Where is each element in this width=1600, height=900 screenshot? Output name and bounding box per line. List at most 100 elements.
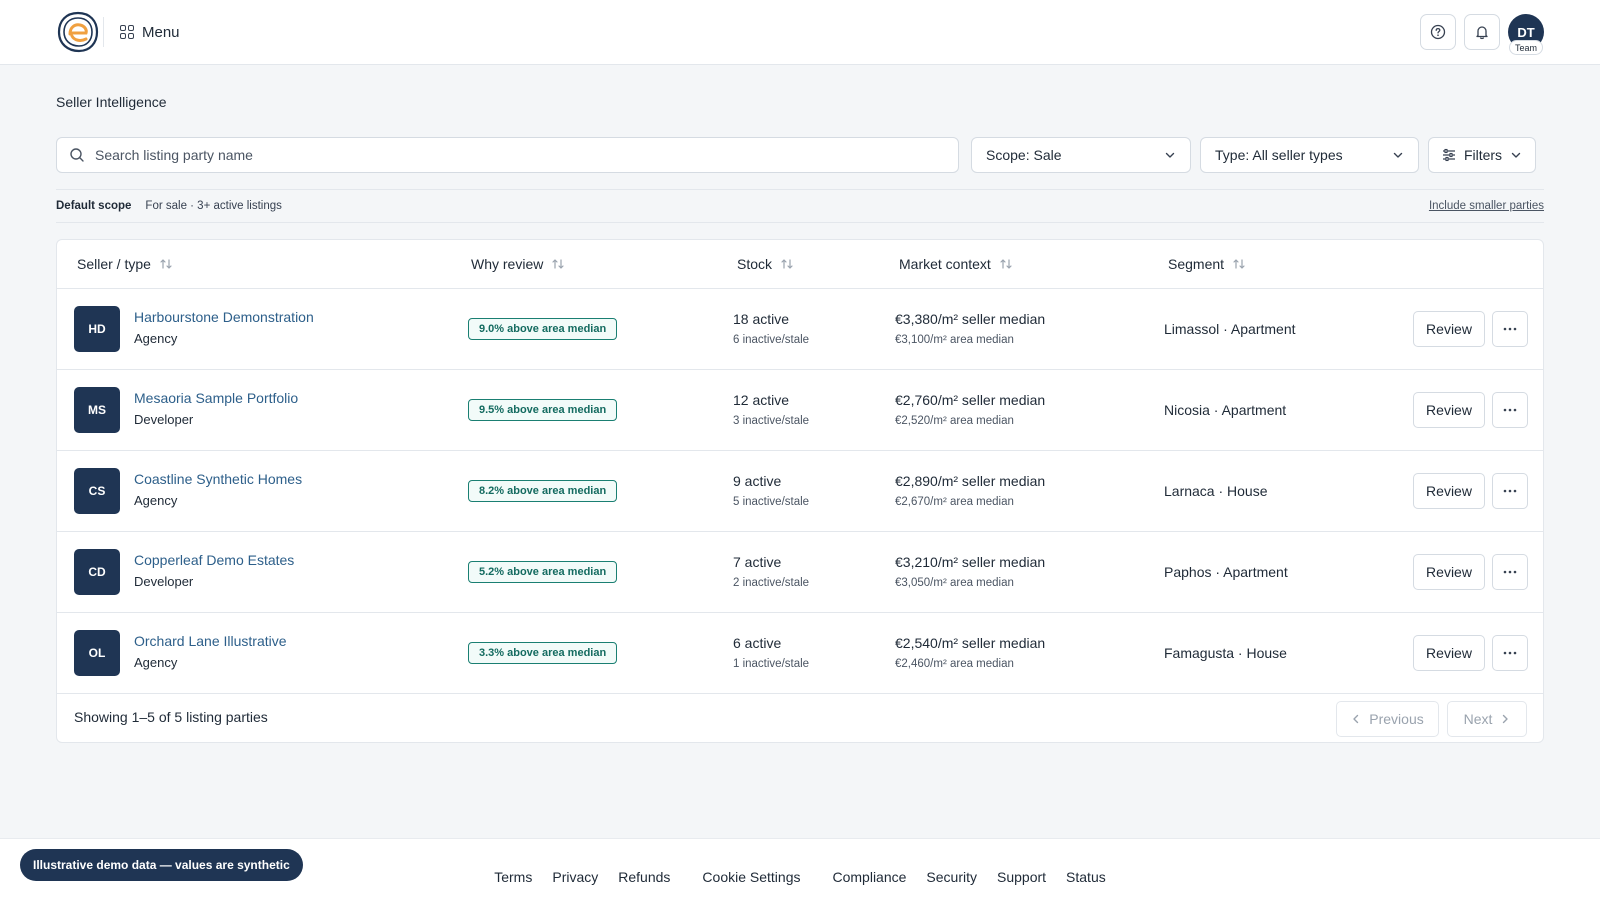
more-actions-button[interactable]: [1492, 311, 1528, 347]
menu-button[interactable]: Menu: [120, 18, 180, 46]
seller-name-link[interactable]: Copperleaf Demo Estates: [134, 552, 294, 568]
seller-avatar: HD: [74, 306, 120, 352]
area-median: €2,520/m² area median: [895, 415, 1014, 427]
next-page-button[interactable]: Next: [1447, 701, 1527, 737]
active-count: 6 active: [733, 635, 782, 651]
previous-page-button[interactable]: Previous: [1336, 701, 1439, 737]
why-review-badge: 8.2% above area median: [468, 480, 618, 502]
top-bar: Menu DT Team: [0, 0, 1600, 65]
footer-link-compliance[interactable]: Compliance: [832, 869, 906, 885]
chevron-down-icon: [1393, 152, 1403, 158]
page-title: Seller Intelligence: [56, 94, 167, 110]
column-seller-type[interactable]: Seller / type: [77, 256, 173, 272]
demo-data-badge: Illustrative demo data — values are synt…: [20, 849, 303, 881]
footer-link-terms[interactable]: Terms: [494, 869, 532, 885]
sort-arrows-icon: [1233, 259, 1245, 269]
more-horizontal-icon: [1503, 327, 1517, 331]
more-actions-button[interactable]: [1492, 473, 1528, 509]
footer-link-security[interactable]: Security: [926, 869, 977, 885]
seller-median: €3,210/m² seller median: [895, 554, 1046, 570]
scope-bar: Default scope For sale · 3+ active listi…: [56, 189, 1544, 223]
scope-select[interactable]: Scope: Sale: [971, 137, 1191, 173]
scope-select-label: Scope: Sale: [986, 147, 1062, 163]
segment: Nicosia · Apartment: [1164, 402, 1287, 418]
more-actions-button[interactable]: [1492, 554, 1528, 590]
search-box[interactable]: [56, 137, 959, 173]
table-row: CD Copperleaf Demo Estates Developer 5.2…: [57, 532, 1543, 613]
seller-median: €3,380/m² seller median: [895, 311, 1046, 327]
chevron-left-icon: [1353, 714, 1359, 724]
footer-link-status[interactable]: Status: [1066, 869, 1106, 885]
more-horizontal-icon: [1503, 408, 1517, 412]
more-actions-button[interactable]: [1492, 392, 1528, 428]
active-count: 12 active: [733, 392, 790, 408]
more-horizontal-icon: [1503, 651, 1517, 655]
seller-type: Agency: [134, 493, 178, 508]
seller-name-link[interactable]: Coastline Synthetic Homes: [134, 471, 302, 487]
filters-label: Filters: [1463, 147, 1503, 163]
review-button[interactable]: Review: [1413, 311, 1485, 347]
sort-arrows-icon: [1000, 259, 1012, 269]
scope-key: Default scope: [56, 200, 132, 212]
column-why-review[interactable]: Why review: [471, 256, 565, 272]
active-count: 9 active: [733, 473, 782, 489]
header-divider: [103, 17, 104, 47]
type-select[interactable]: Type: All seller types: [1200, 137, 1419, 173]
team-badge: Team: [1509, 40, 1543, 55]
sellers-table: Seller / type Why review Stock Market co…: [56, 239, 1544, 743]
column-label: Market context: [899, 256, 991, 272]
seller-type: Agency: [134, 331, 178, 346]
seller-type: Agency: [134, 655, 178, 670]
footer-link-refunds[interactable]: Refunds: [618, 869, 670, 885]
footer-link-privacy[interactable]: Privacy: [552, 869, 598, 885]
table-header: Seller / type Why review Stock Market co…: [57, 240, 1543, 289]
review-button[interactable]: Review: [1413, 554, 1485, 590]
table-row: HD Harbourstone Demonstration Agency 9.0…: [57, 289, 1543, 370]
column-segment[interactable]: Segment: [1168, 256, 1246, 272]
why-review-badge: 9.5% above area median: [468, 399, 618, 421]
scope-value: For sale · 3+ active listings: [145, 200, 282, 212]
include-smaller-parties-link[interactable]: Include smaller parties: [1429, 200, 1544, 212]
column-label: Segment: [1168, 256, 1225, 272]
table-row: CS Coastline Synthetic Homes Agency 8.2%…: [57, 451, 1543, 532]
type-select-label: Type: All seller types: [1215, 147, 1343, 163]
help-button[interactable]: [1420, 14, 1456, 50]
inactive-count: 6 inactive/stale: [733, 334, 810, 346]
review-button[interactable]: Review: [1413, 635, 1485, 671]
segment: Famagusta · House: [1164, 645, 1287, 661]
why-review-badge: 5.2% above area median: [468, 561, 618, 583]
previous-label: Previous: [1369, 711, 1424, 727]
notifications-button[interactable]: [1464, 14, 1500, 50]
table-row: OL Orchard Lane Illustrative Agency 3.3%…: [57, 613, 1543, 694]
seller-name-link[interactable]: Mesaoria Sample Portfolio: [134, 390, 298, 406]
area-median: €2,670/m² area median: [895, 496, 1014, 508]
footer-link-cookie-settings[interactable]: Cookie Settings: [702, 869, 800, 885]
footer-link-support[interactable]: Support: [997, 869, 1046, 885]
inactive-count: 3 inactive/stale: [733, 415, 810, 427]
segment: Larnaca · House: [1164, 483, 1268, 499]
seller-avatar: OL: [74, 630, 120, 676]
sliders-icon: [1442, 148, 1455, 162]
why-review-badge: 3.3% above area median: [468, 642, 618, 664]
inactive-count: 5 inactive/stale: [733, 496, 810, 508]
seller-avatar: MS: [74, 387, 120, 433]
active-count: 18 active: [733, 311, 790, 327]
inactive-count: 1 inactive/stale: [733, 658, 810, 670]
seller-name-link[interactable]: Harbourstone Demonstration: [134, 309, 314, 325]
logo-icon[interactable]: [56, 10, 100, 54]
grid-icon: [120, 25, 134, 39]
sort-arrows-icon: [160, 259, 172, 269]
sort-arrows-icon: [552, 259, 564, 269]
column-market-context[interactable]: Market context: [899, 256, 1013, 272]
seller-type: Developer: [134, 574, 194, 589]
seller-median: €2,540/m² seller median: [895, 635, 1046, 651]
review-button[interactable]: Review: [1413, 392, 1485, 428]
more-actions-button[interactable]: [1492, 635, 1528, 671]
column-stock[interactable]: Stock: [737, 256, 794, 272]
pagination-summary: Showing 1–5 of 5 listing parties: [74, 709, 268, 725]
filters-button[interactable]: Filters: [1428, 137, 1536, 173]
seller-name-link[interactable]: Orchard Lane Illustrative: [134, 633, 287, 649]
review-button[interactable]: Review: [1413, 473, 1485, 509]
question-circle-icon: [1430, 24, 1446, 40]
search-input[interactable]: [95, 147, 915, 163]
